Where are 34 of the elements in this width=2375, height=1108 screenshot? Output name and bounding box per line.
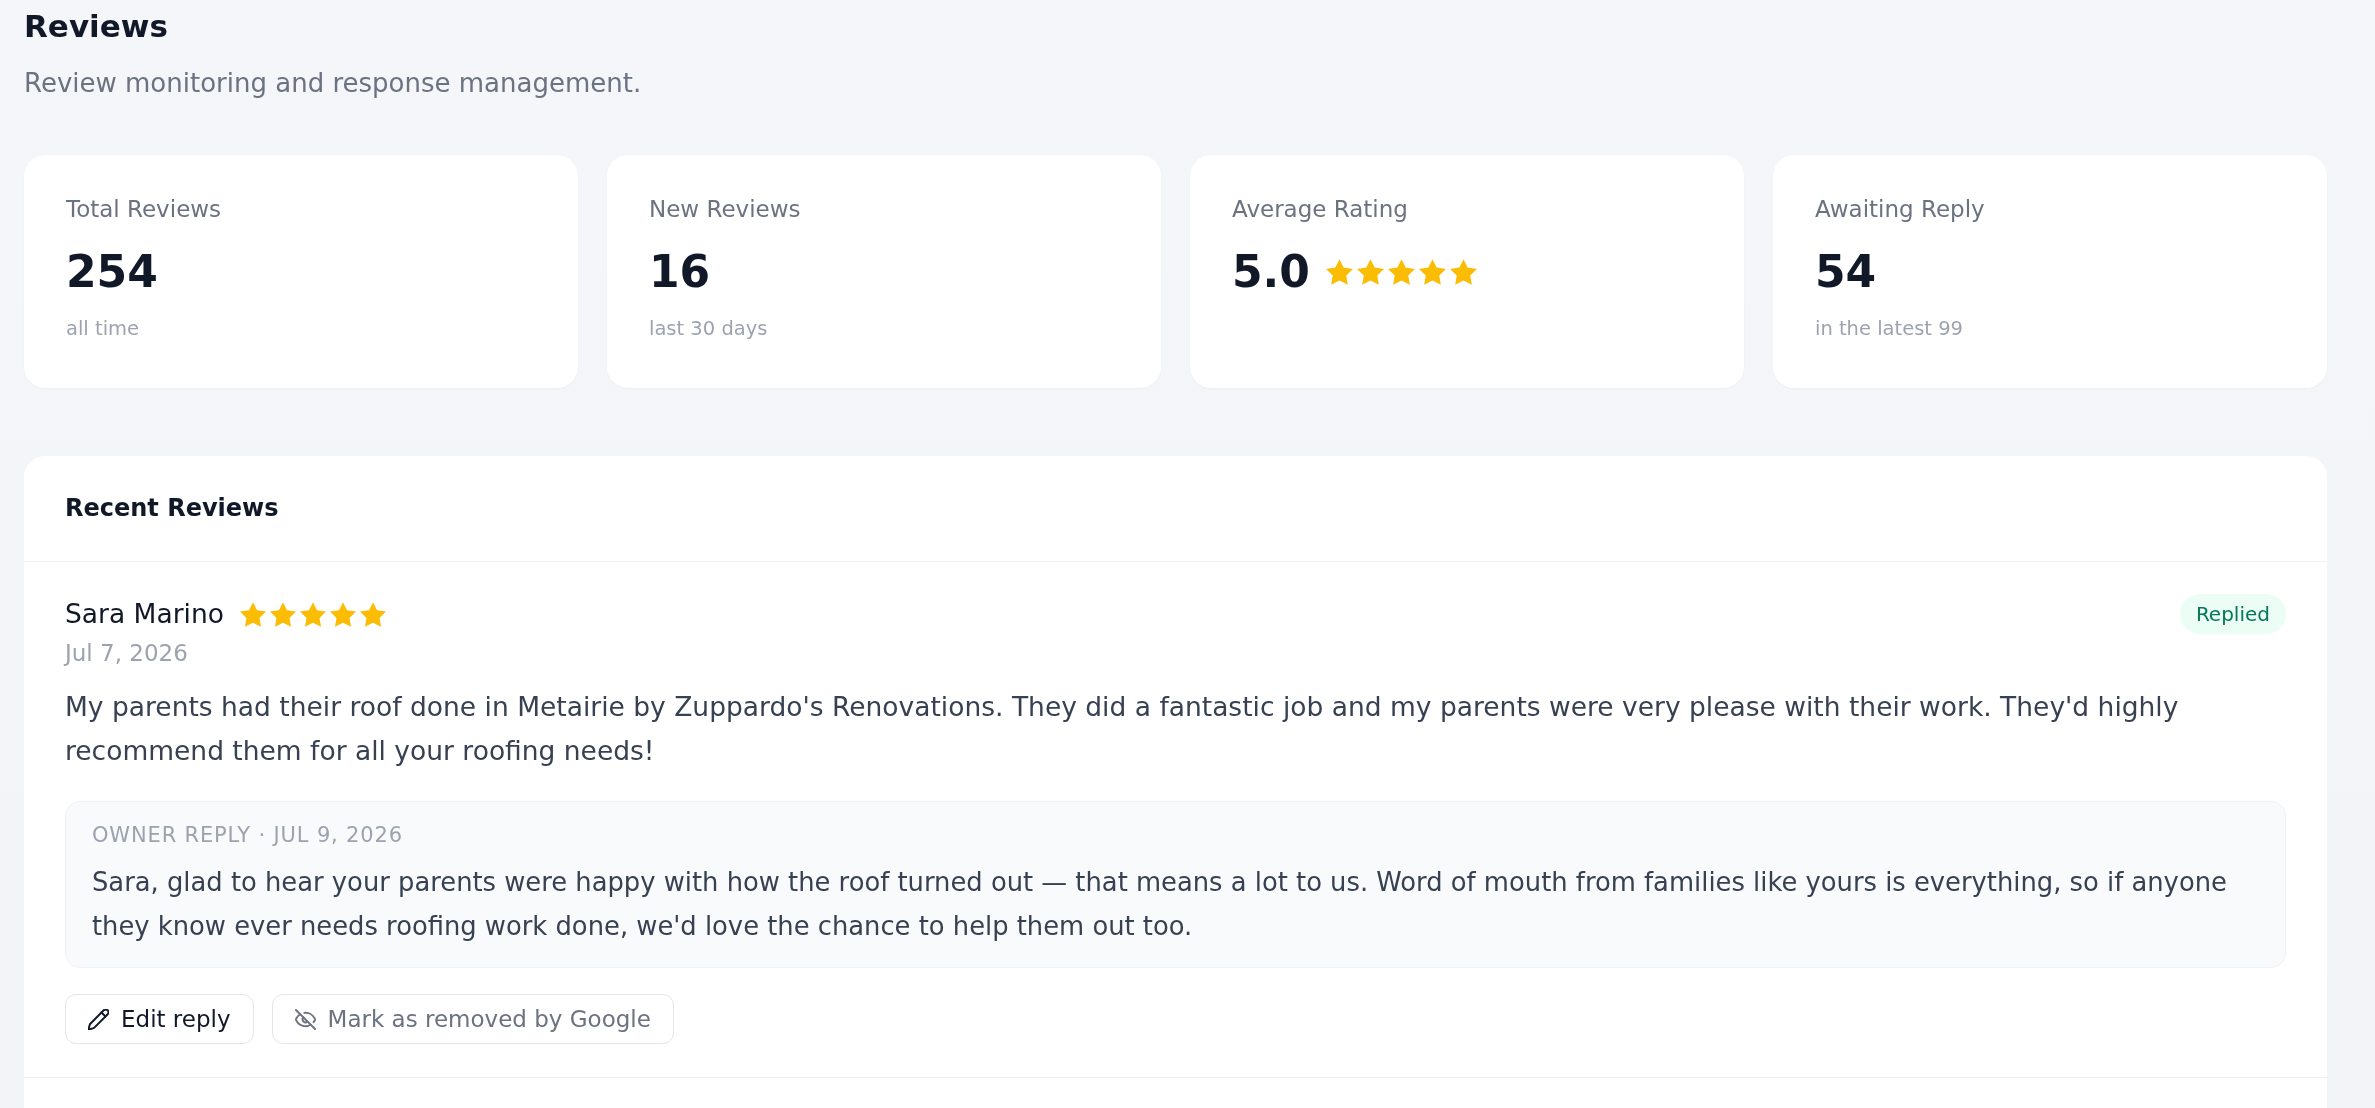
page-subtitle: Review monitoring and response management.: [24, 67, 642, 100]
star-icon: [270, 601, 296, 627]
star-icon: [360, 601, 386, 627]
stat-value: 5.0: [1232, 245, 1310, 299]
panel-title: Recent Reviews: [65, 493, 279, 524]
star-icon: [300, 601, 326, 627]
reviewer-name: Sara Marino: [65, 597, 224, 631]
star-icon: [240, 601, 266, 627]
star-icon: [1418, 259, 1446, 285]
eye-off-icon: [294, 1008, 316, 1030]
edit-reply-button[interactable]: Edit reply: [65, 994, 254, 1044]
stat-label: New Reviews: [649, 195, 801, 224]
stat-note: last 30 days: [649, 316, 768, 342]
page-title: Reviews: [24, 7, 168, 46]
star-icon: [1449, 259, 1477, 285]
review-date: Jul 7, 2026: [65, 639, 188, 667]
status-badge: Replied: [2179, 594, 2286, 634]
stat-note: all time: [66, 316, 140, 342]
reply-meta: OWNER REPLY · JUL 9, 2026: [92, 822, 403, 849]
star-icon: [1356, 259, 1384, 285]
star-icon: [330, 601, 356, 627]
stat-note: in the latest 99: [1815, 316, 1963, 342]
review-text: My parents had their roof done in Metairie by Zuppardo's Renovations. They did a fantastic job and my parents were very please with their work. They'd highly recommend them for all your roofing needs!: [65, 690, 2180, 768]
stat-label: Awaiting Reply: [1815, 195, 1985, 224]
stat-label: Total Reviews: [66, 195, 222, 224]
star-icon: [1387, 259, 1415, 285]
mark-removed-button[interactable]: Mark as removed by Google: [271, 994, 674, 1044]
stat-value: 254: [66, 245, 158, 299]
star-icon: [1325, 259, 1353, 285]
reply-text: Sara, glad to hear your parents were happy with how the roof turned out — that means a lot to us. Word of mouth from families like yours is everything, so if anyone they know ever needs roofing work done, we'd love the chance to help them out too.: [92, 866, 2228, 943]
pencil-icon: [88, 1008, 109, 1030]
stat-value: 16: [649, 245, 711, 299]
stat-label: Average Rating: [1232, 195, 1408, 224]
stat-value: 54: [1815, 245, 1877, 299]
